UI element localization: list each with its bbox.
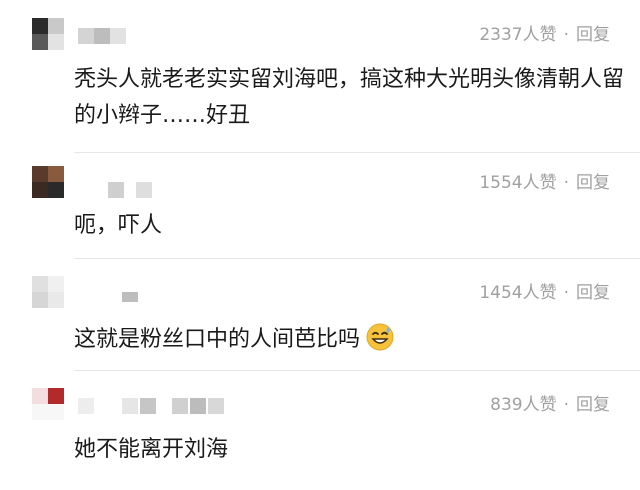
- comment-text-body: 这就是粉丝口中的人间芭比吗: [74, 327, 361, 352]
- reply-button[interactable]: 回复: [576, 25, 610, 45]
- username-mosaic[interactable]: [90, 166, 160, 198]
- username-mosaic[interactable]: [78, 388, 228, 420]
- meta-separator: ·: [563, 395, 569, 415]
- comment-divider: [74, 152, 640, 153]
- like-count[interactable]: 839人赞: [490, 395, 556, 415]
- meta-separator: ·: [563, 173, 569, 193]
- meta-separator: ·: [563, 25, 569, 45]
- sweat-smile-emoji-icon: [366, 323, 394, 351]
- comment-divider: [74, 370, 640, 371]
- avatar[interactable]: [32, 18, 64, 50]
- comment-meta: 839人赞 · 回复: [490, 390, 610, 415]
- meta-separator: ·: [563, 283, 569, 303]
- comment-text: 她不能离开刘海: [74, 437, 229, 462]
- username-mosaic[interactable]: [110, 276, 150, 308]
- like-count[interactable]: 1554人赞: [479, 173, 556, 193]
- reply-button[interactable]: 回复: [576, 173, 610, 193]
- avatar[interactable]: [32, 276, 64, 308]
- comment-meta: 1554人赞 · 回复: [479, 168, 610, 193]
- like-count[interactable]: 2337人赞: [479, 25, 556, 45]
- avatar[interactable]: [32, 166, 64, 198]
- comment-divider: [74, 258, 640, 259]
- reply-button[interactable]: 回复: [576, 283, 610, 303]
- reply-button[interactable]: 回复: [576, 395, 610, 415]
- comment-meta: 1454人赞 · 回复: [479, 278, 610, 303]
- comment-text: 这就是粉丝口中的人间芭比吗: [74, 322, 634, 358]
- comment-meta: 2337人赞 · 回复: [479, 20, 610, 45]
- comment-text: 呃，吓人: [74, 213, 163, 238]
- username-mosaic[interactable]: [78, 18, 128, 50]
- like-count[interactable]: 1454人赞: [479, 283, 556, 303]
- comment-text: 秃头人就老老实实留刘海吧，搞这种大光明头像清朝人留的小辫子……好丑: [74, 67, 625, 128]
- avatar[interactable]: [32, 388, 64, 420]
